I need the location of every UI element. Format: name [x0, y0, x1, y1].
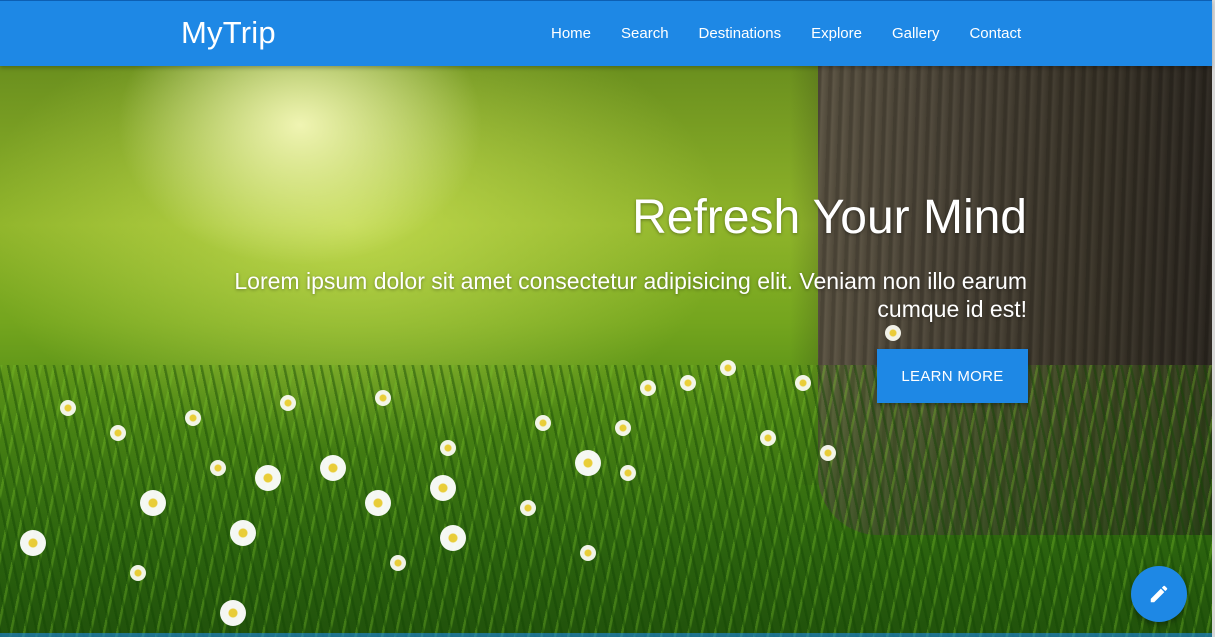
flower-image	[255, 465, 281, 491]
bottom-accent-line	[0, 633, 1212, 637]
flower-image	[140, 490, 166, 516]
flower-image	[615, 420, 631, 436]
flower-image	[390, 555, 406, 571]
nav-links: Home Search Destinations Explore Gallery…	[536, 1, 1036, 66]
nav-link-contact[interactable]: Contact	[954, 1, 1036, 66]
flower-image	[440, 440, 456, 456]
flower-image	[60, 400, 76, 416]
nav-link-explore[interactable]: Explore	[796, 1, 877, 66]
flower-image	[20, 530, 46, 556]
flower-image	[280, 395, 296, 411]
flower-image	[760, 430, 776, 446]
grass-field-image	[0, 365, 1212, 637]
nav-link-home[interactable]: Home	[536, 1, 606, 66]
flower-image	[220, 600, 246, 626]
brand-logo[interactable]: MyTrip	[181, 15, 276, 51]
flower-image	[185, 410, 201, 426]
flower-image	[575, 450, 601, 476]
flower-image	[620, 465, 636, 481]
nav-link-search[interactable]: Search	[606, 1, 684, 66]
flower-image	[210, 460, 226, 476]
hero-description: Lorem ipsum dolor sit amet consectetur a…	[234, 268, 1027, 322]
flower-image	[130, 565, 146, 581]
flower-image	[885, 325, 901, 341]
nav-link-gallery[interactable]: Gallery	[877, 1, 955, 66]
flower-image	[640, 380, 656, 396]
flower-image	[230, 520, 256, 546]
flower-image	[580, 545, 596, 561]
flower-image	[520, 500, 536, 516]
flower-image	[795, 375, 811, 391]
flower-image	[535, 415, 551, 431]
flower-image	[680, 375, 696, 391]
pencil-icon	[1150, 585, 1168, 603]
flower-image	[110, 425, 126, 441]
learn-more-button[interactable]: LEARN MORE	[877, 349, 1028, 403]
flower-image	[320, 455, 346, 481]
flower-image	[430, 475, 456, 501]
nav-link-destinations[interactable]: Destinations	[684, 1, 797, 66]
hero-section: Refresh Your Mind Lorem ipsum dolor sit …	[0, 65, 1212, 637]
flower-image	[365, 490, 391, 516]
flower-image	[720, 360, 736, 376]
flower-image	[375, 390, 391, 406]
hero-title: Refresh Your Mind	[632, 191, 1027, 244]
edit-fab-button[interactable]	[1131, 566, 1187, 622]
flower-image	[820, 445, 836, 461]
top-navbar: MyTrip Home Search Destinations Explore …	[0, 0, 1212, 66]
flower-image	[440, 525, 466, 551]
